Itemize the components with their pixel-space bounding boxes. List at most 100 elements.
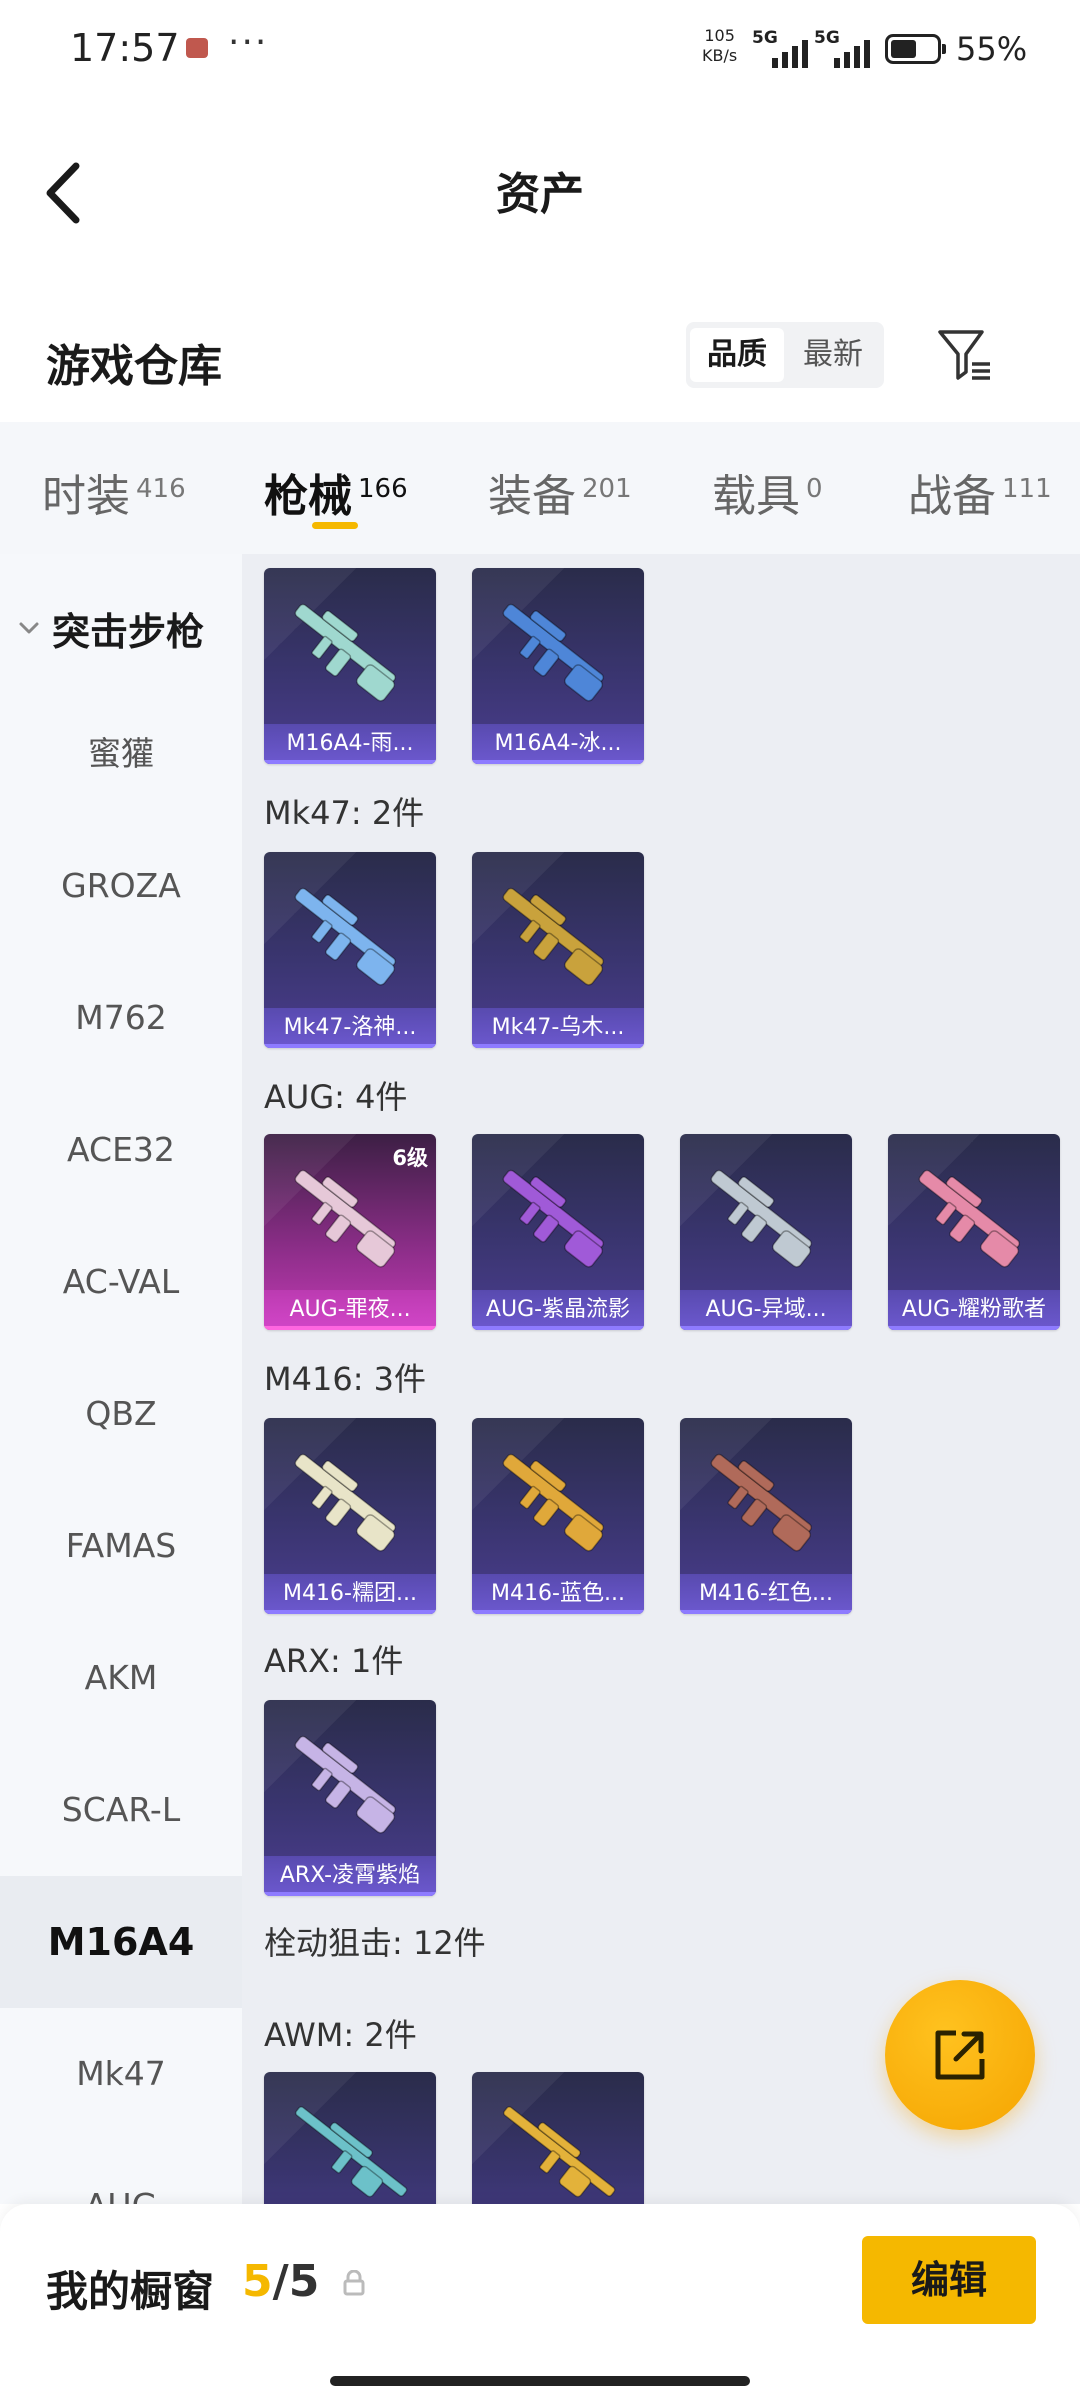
group-title: AUG: 4件: [264, 1078, 408, 1116]
sidebar-item-0[interactable]: 蜜獾: [0, 688, 242, 820]
weapon-card[interactable]: Mk47-洛神...: [264, 852, 436, 1048]
sidebar-item-famas[interactable]: FAMAS: [0, 1480, 242, 1612]
showcase-count: 5/5: [242, 2256, 320, 2307]
weapon-card[interactable]: AUG-异域...: [680, 1134, 852, 1330]
rifle-icon: [918, 1169, 1020, 1268]
tab-combat-supplies[interactable]: 战备 111: [908, 460, 1052, 524]
weapon-card[interactable]: M416-糯团...: [264, 1418, 436, 1614]
sort-by-quality-button[interactable]: 品质: [690, 328, 784, 382]
sidebar-item-ace32[interactable]: ACE32: [0, 1084, 242, 1216]
card-quality-bar: [680, 1610, 852, 1614]
tab-firearms[interactable]: 枪械 166: [264, 460, 408, 524]
card-quality-bar: [264, 1892, 436, 1896]
sniper-rifle-icon: [503, 2106, 616, 2198]
weapon-name: M416-红色...: [680, 1574, 852, 1614]
warehouse-title: 游戏仓库: [46, 341, 222, 392]
sidebar-item-scar-l[interactable]: SCAR-L: [0, 1744, 242, 1876]
active-tab-indicator: [312, 522, 358, 529]
sidebar-item-akm[interactable]: AKM: [0, 1612, 242, 1744]
more-notifications-icon: ···: [228, 22, 269, 63]
weapon-card[interactable]: M416-蓝色...: [472, 1418, 644, 1614]
showcase-bar: 我的橱窗 5/5 编辑: [0, 2204, 1080, 2400]
weapon-grid: M16A4-雨... M16A4-冰... Mk47: 2件 Mk47-洛神... Mk…: [242, 554, 1080, 2204]
tab-equipment[interactable]: 装备 201: [488, 460, 632, 524]
rifle-icon: [710, 1169, 812, 1268]
status-bar: 17:57 ··· 105 KB/s 5G 5G 55%: [0, 0, 1080, 100]
sidebar-category-label: 突击步枪: [52, 609, 205, 654]
sidebar-item-m762[interactable]: M762: [0, 952, 242, 1084]
page-title: 资产: [496, 169, 584, 220]
share-button[interactable]: [885, 1980, 1035, 2130]
weapon-name: AUG-罪夜...: [264, 1290, 436, 1330]
rifle-icon: [710, 1453, 812, 1552]
weapon-card[interactable]: M16A4-冰...: [472, 568, 644, 764]
sidebar-item-m16a4[interactable]: M16A4: [0, 1876, 242, 2008]
sidebar-category-assault-rifles[interactable]: 突击步枪: [18, 598, 204, 658]
group-title: AWM: 2件: [264, 2016, 417, 2054]
sidebar-item-aug[interactable]: AUG: [0, 2140, 242, 2204]
rifle-icon: [294, 1735, 396, 1834]
network-speed-value: 105: [704, 26, 735, 45]
card-quality-bar: [472, 1044, 644, 1048]
battery-icon: [885, 34, 946, 64]
weapon-card[interactable]: AUG-紫晶流影: [472, 1134, 644, 1330]
weapon-name: AUG-耀粉歌者: [888, 1290, 1060, 1330]
weapon-card[interactable]: 6级 AUG-罪夜...: [264, 1134, 436, 1330]
sniper-rifle-icon: [295, 2106, 408, 2198]
card-quality-bar: [472, 1326, 644, 1330]
share-export-icon: [935, 2030, 985, 2080]
rifle-icon: [294, 887, 396, 986]
card-quality-bar: [472, 760, 644, 764]
edit-button[interactable]: 编辑: [862, 2236, 1036, 2324]
card-quality-bar: [264, 1044, 436, 1048]
signal-sim1-icon: 5G: [752, 28, 808, 68]
lock-icon: [343, 2270, 365, 2296]
weapon-name: M416-蓝色...: [472, 1574, 644, 1614]
group-title: ARX: 1件: [264, 1642, 404, 1680]
card-quality-bar: [264, 1610, 436, 1614]
weapon-name: M416-糯团...: [264, 1574, 436, 1614]
rifle-icon: [502, 1453, 604, 1552]
weapon-card[interactable]: [264, 2072, 436, 2204]
sort-by-newest-button[interactable]: 最新: [786, 328, 880, 382]
weapon-card[interactable]: AUG-耀粉歌者: [888, 1134, 1060, 1330]
card-quality-bar: [680, 1326, 852, 1330]
status-time: 17:57: [70, 26, 180, 70]
showcase-label: 我的橱窗: [46, 2267, 215, 2316]
sort-toggle: 品质 最新: [686, 322, 884, 388]
card-quality-bar: [888, 1326, 1060, 1330]
weapon-card[interactable]: M416-红色...: [680, 1418, 852, 1614]
level-badge: 6级: [392, 1146, 428, 1170]
tab-outfits[interactable]: 时装 416: [42, 460, 186, 524]
group-title: M416: 3件: [264, 1360, 427, 1398]
rifle-icon: [502, 1169, 604, 1268]
group-title: Mk47: 2件: [264, 794, 425, 832]
filter-icon[interactable]: [936, 326, 994, 384]
card-quality-bar: [472, 1610, 644, 1614]
chevron-down-icon: [19, 622, 39, 634]
rifle-icon: [502, 603, 604, 702]
card-quality-bar: [264, 760, 436, 764]
weapon-name: AUG-紫晶流影: [472, 1290, 644, 1330]
card-quality-bar: [264, 1326, 436, 1330]
network-speed: 105 KB/s: [702, 26, 737, 66]
rifle-icon: [294, 1453, 396, 1552]
notification-app-icon: [186, 38, 208, 58]
weapon-card[interactable]: ARX-凌霄紫焰: [264, 1700, 436, 1896]
weapon-name: AUG-异域...: [680, 1290, 852, 1330]
network-speed-unit: KB/s: [702, 46, 738, 65]
weapon-name: M16A4-雨...: [264, 724, 436, 764]
sidebar-item-groza[interactable]: GROZA: [0, 820, 242, 952]
tab-vehicles[interactable]: 载具 0: [712, 460, 823, 524]
sidebar-item-qbz[interactable]: QBZ: [0, 1348, 242, 1480]
weapon-card[interactable]: M16A4-雨...: [264, 568, 436, 764]
weapon-name: Mk47-洛神...: [264, 1008, 436, 1048]
sidebar-item-ac-val[interactable]: AC-VAL: [0, 1216, 242, 1348]
weapon-name: M16A4-冰...: [472, 724, 644, 764]
weapon-card[interactable]: [472, 2072, 644, 2204]
weapon-card[interactable]: Mk47-乌木...: [472, 852, 644, 1048]
signal-sim2-icon: 5G: [814, 28, 874, 68]
sidebar-item-mk47[interactable]: Mk47: [0, 2008, 242, 2140]
category-tabs: 时装 416 枪械 166 装备 201 载具 0 战备 111: [0, 422, 1080, 554]
weapon-name: ARX-凌霄紫焰: [264, 1856, 436, 1896]
